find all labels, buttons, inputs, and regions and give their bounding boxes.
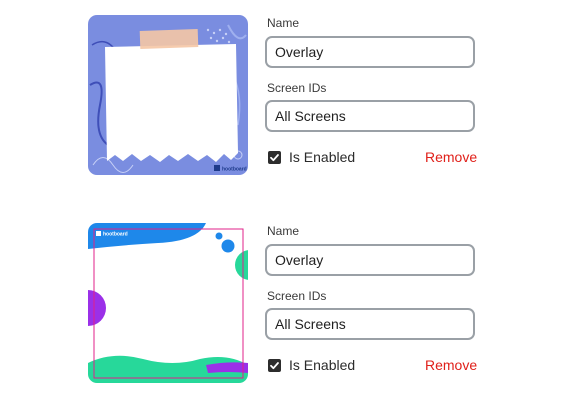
shapes-overlay-image: hootboard [88,223,248,383]
name-label: Name [267,224,300,238]
brand-logo-text: hootboard [103,232,128,238]
overlay-card: hootboard Name Screen IDs Is Enabled Rem… [0,12,568,182]
is-enabled-checkbox[interactable] [268,358,281,372]
overlay-thumbnail[interactable]: hootboard [88,223,248,383]
is-enabled-row: Is Enabled [268,149,355,165]
brand-logo-text: hootboard [222,167,247,173]
paper-note-overlay-image: hootboard [88,15,248,175]
is-enabled-label: Is Enabled [289,357,356,373]
name-label: Name [267,16,300,30]
remove-button[interactable]: Remove [425,149,477,165]
is-enabled-row: Is Enabled [268,357,355,373]
name-input[interactable] [265,244,475,276]
screen-ids-label: Screen IDs [267,81,327,95]
name-input[interactable] [265,36,475,68]
overlay-card: hootboard Name Screen IDs Is Enabled Rem… [0,220,568,390]
screen-ids-label: Screen IDs [267,289,327,303]
checkmark-icon [270,361,279,369]
is-enabled-checkbox[interactable] [268,150,281,164]
checkmark-icon [270,153,279,161]
screen-ids-input[interactable] [265,100,475,132]
is-enabled-label: Is Enabled [289,149,356,165]
overlay-thumbnail[interactable]: hootboard [88,15,248,175]
screen-ids-input[interactable] [265,308,475,340]
remove-button[interactable]: Remove [425,357,477,373]
